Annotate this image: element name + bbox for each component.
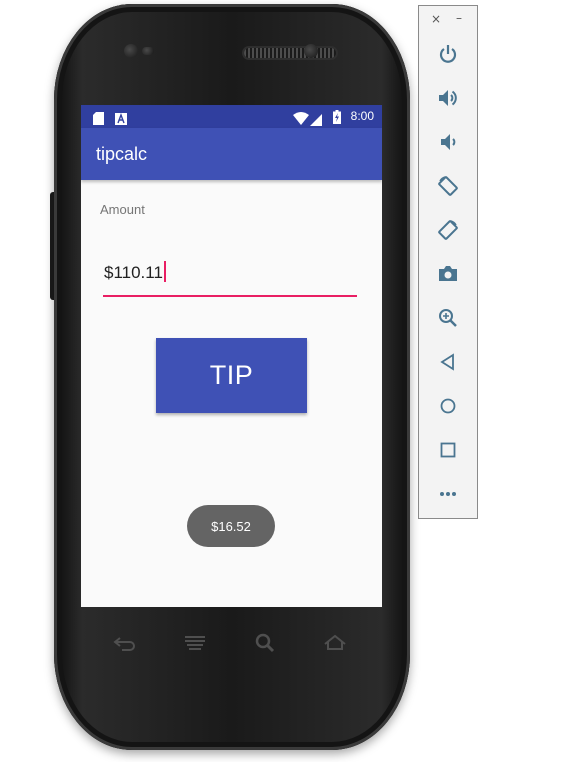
a-notification-icon <box>115 110 127 129</box>
back-icon[interactable] <box>112 632 138 654</box>
volume-down-icon[interactable] <box>433 127 463 157</box>
power-icon[interactable] <box>433 39 463 69</box>
tip-toast: $16.52 <box>187 505 275 547</box>
sd-card-icon <box>93 110 104 129</box>
more-icon[interactable] <box>433 479 463 509</box>
front-sensor <box>124 44 138 58</box>
home-icon[interactable] <box>433 391 463 421</box>
amount-input[interactable]: $110.11 <box>103 255 357 297</box>
tip-button-label: TIP <box>209 360 254 390</box>
earpiece-speaker <box>244 48 336 58</box>
device-screen: 8:00 tipcalc Amount $110.11 TIP $16.52 <box>81 105 382 607</box>
camera-icon[interactable] <box>433 259 463 289</box>
home-icon[interactable] <box>322 632 348 654</box>
rotate-left-icon[interactable] <box>433 171 463 201</box>
app-bar: tipcalc <box>81 128 382 180</box>
status-time: 8:00 <box>350 109 374 123</box>
overview-icon[interactable] <box>433 435 463 465</box>
amount-label: Amount <box>100 202 145 217</box>
back-icon[interactable] <box>433 347 463 377</box>
menu-icon[interactable] <box>182 632 208 654</box>
app-title: tipcalc <box>96 144 148 164</box>
search-icon[interactable] <box>252 632 278 654</box>
amount-text: $110.11 <box>104 263 163 282</box>
zoom-icon[interactable] <box>433 303 463 333</box>
toolbar-window-controls: × – <box>419 11 477 26</box>
wifi-icon <box>293 110 309 129</box>
battery-charging-icon <box>333 109 341 128</box>
amount-value: $110.11 <box>104 261 166 283</box>
emulator-toolbar: × – <box>418 5 478 519</box>
emulator-stage: 8:00 tipcalc Amount $110.11 TIP $16.52 ×… <box>0 0 562 762</box>
text-cursor <box>163 261 166 282</box>
proximity-sensor <box>142 47 154 55</box>
close-icon[interactable]: × <box>431 12 441 26</box>
tip-button[interactable]: TIP <box>156 338 307 413</box>
front-camera <box>304 44 318 58</box>
status-bar: 8:00 <box>81 105 382 128</box>
minimize-icon[interactable]: – <box>456 11 462 25</box>
rotate-right-icon[interactable] <box>433 215 463 245</box>
toast-text: $16.52 <box>211 518 251 534</box>
volume-up-icon[interactable] <box>433 83 463 113</box>
